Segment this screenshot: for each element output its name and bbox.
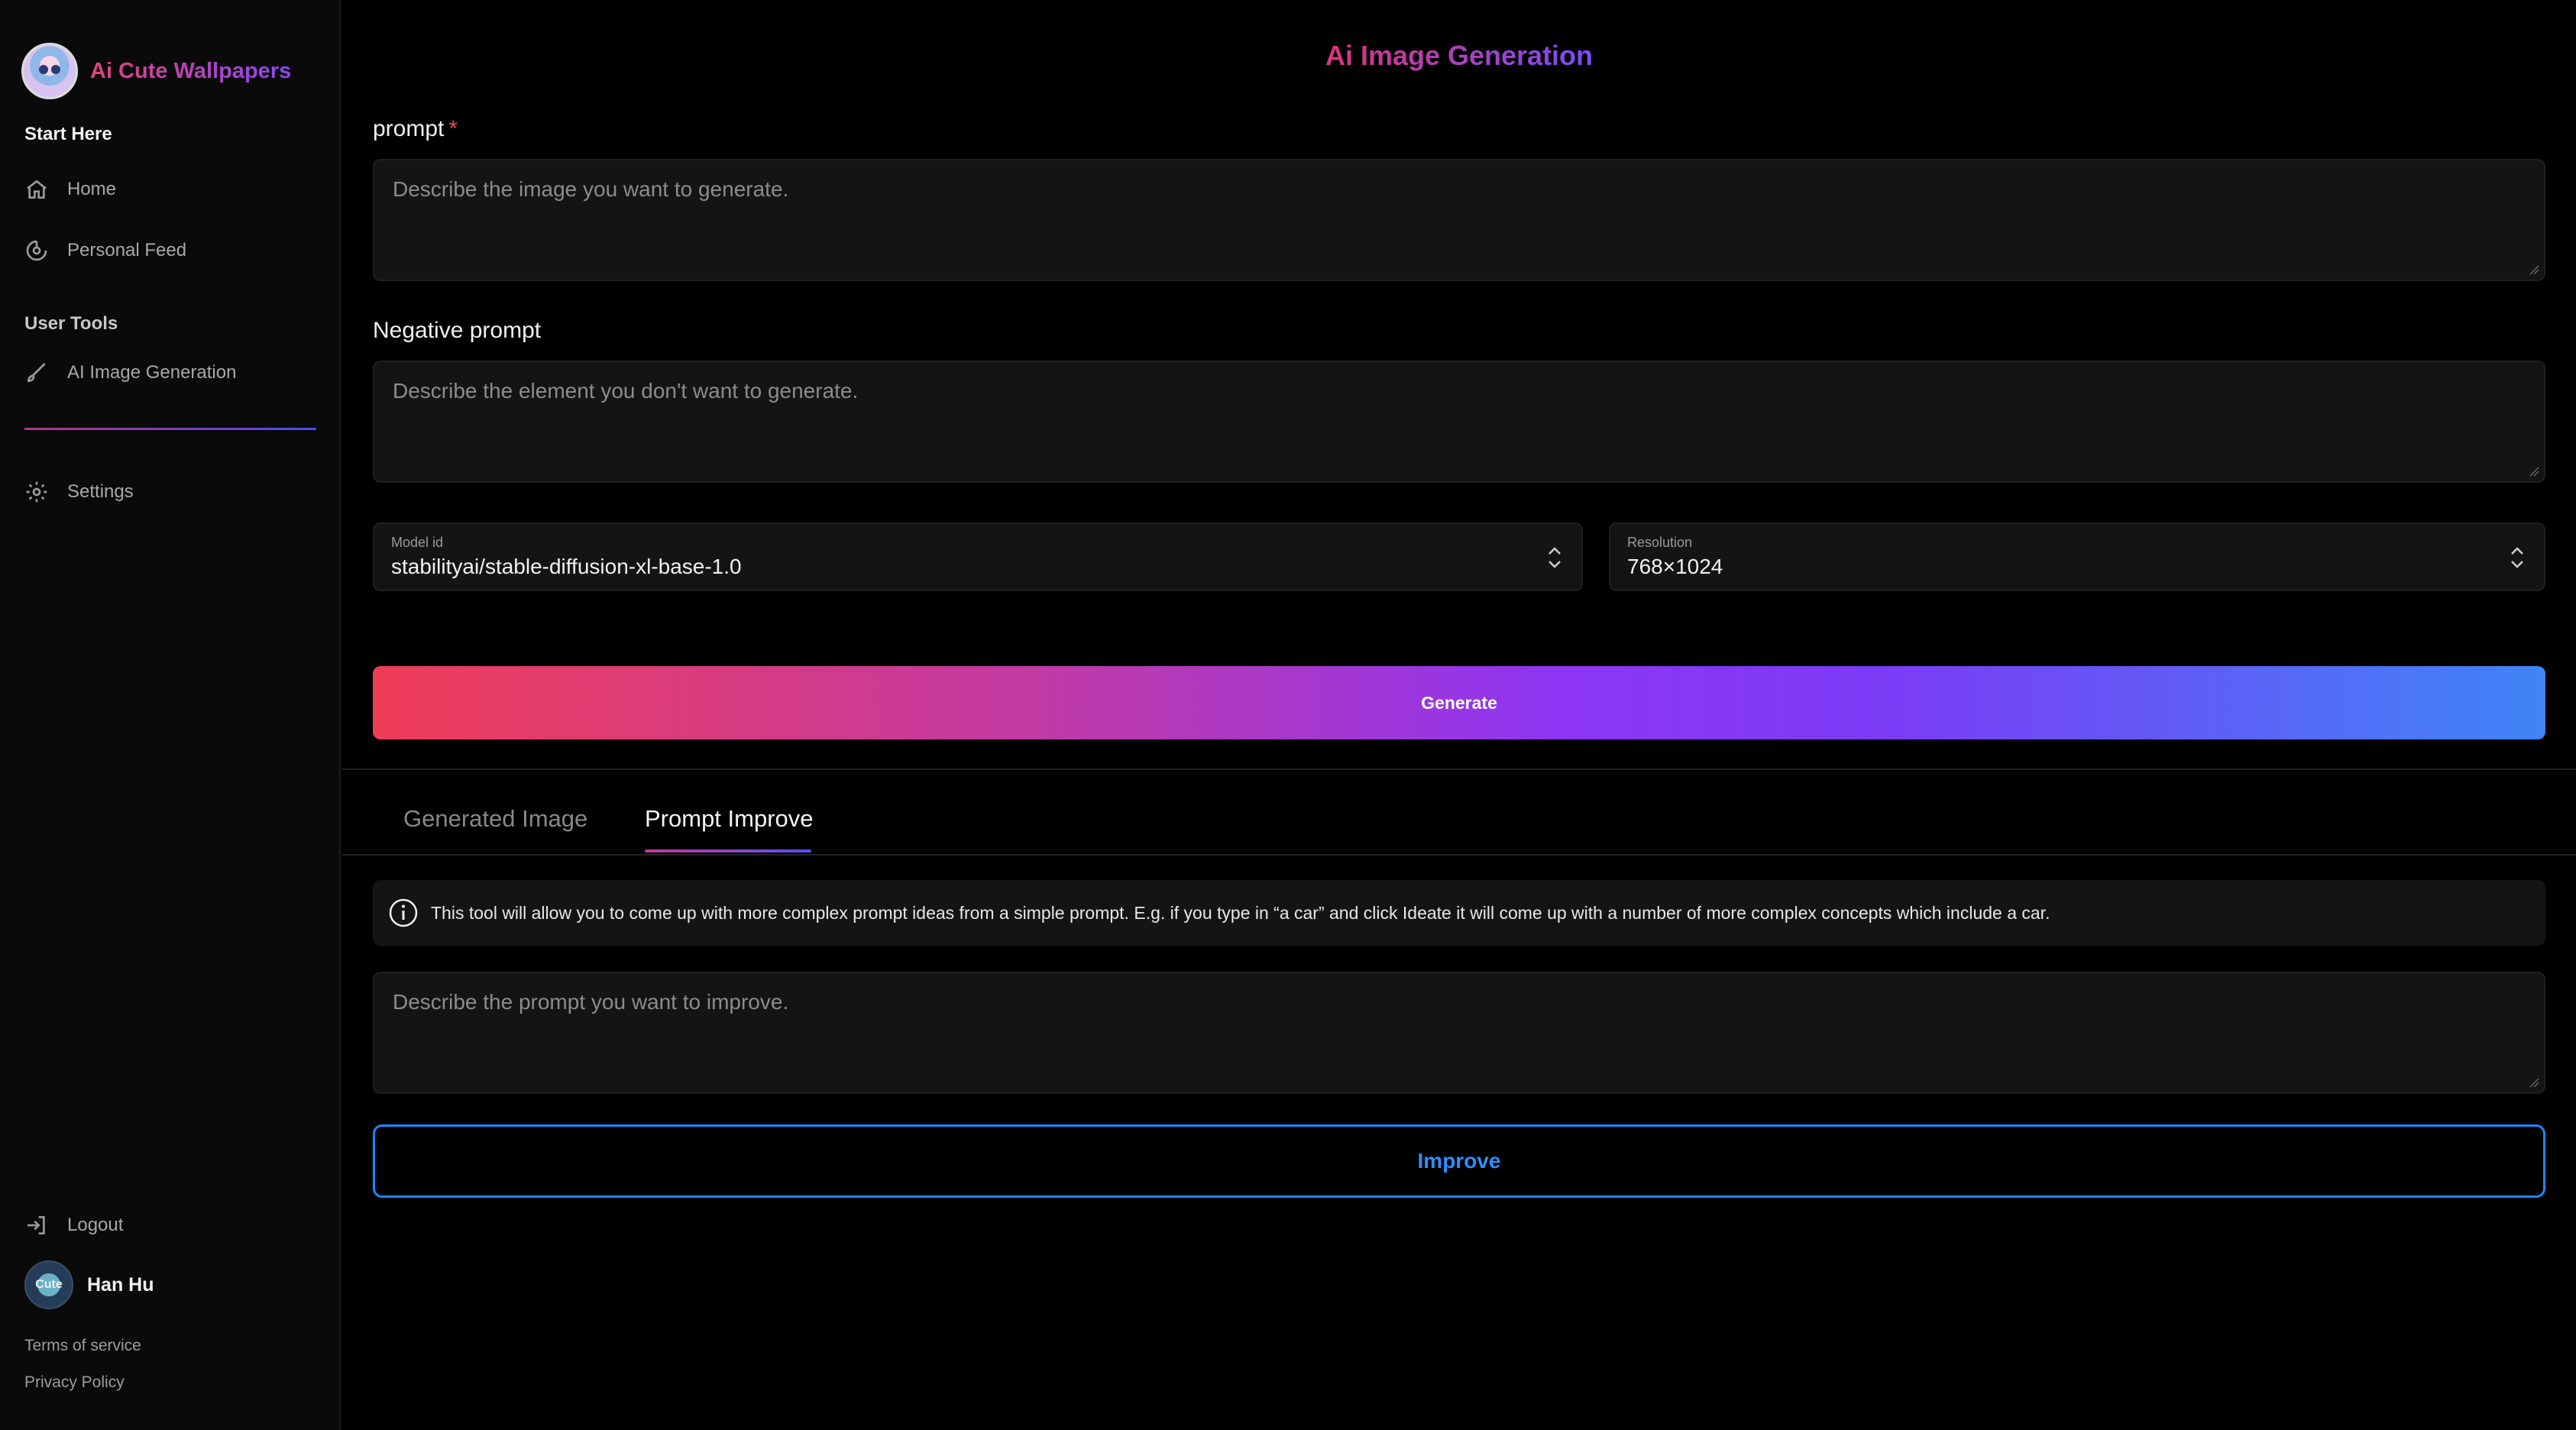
sidebar-item-label: Settings (67, 481, 134, 502)
feed-icon (26, 240, 47, 261)
tabs-divider (342, 854, 2576, 856)
app-root: Ai Cute Wallpapers Start Here Home Perso… (0, 0, 2576, 1430)
sidebar-divider (24, 428, 316, 430)
improve-prompt-input[interactable]: Describe the prompt you want to improve. (373, 972, 2545, 1094)
improve-button[interactable]: Improve (373, 1124, 2545, 1198)
info-icon (389, 898, 418, 927)
generate-button[interactable]: Generate (373, 666, 2545, 739)
sidebar-item-ai-image-generation[interactable]: AI Image Generation (24, 358, 236, 388)
user-profile[interactable]: Cute Han Hu (24, 1260, 154, 1309)
improve-prompt-placeholder: Describe the prompt you want to improve. (393, 990, 789, 1014)
sidebar-item-settings[interactable]: Settings (24, 477, 134, 507)
negative-prompt-input[interactable]: Describe the element you don't want to g… (373, 361, 2545, 483)
sidebar-item-label: Personal Feed (67, 240, 187, 260)
brand[interactable]: Ai Cute Wallpapers (21, 43, 291, 99)
chevron-up-down-icon (1549, 547, 1561, 568)
info-text: This tool will allow you to come up with… (431, 902, 2050, 923)
sidebar-item-label: Home (67, 179, 117, 199)
gear-icon (26, 481, 47, 503)
section-divider (342, 768, 2576, 770)
resolution-caption: Resolution (1627, 535, 1693, 550)
logout-icon (28, 1216, 45, 1234)
tab-prompt-improve[interactable]: Prompt Improve (645, 805, 814, 833)
resize-handle-icon[interactable] (2527, 464, 2539, 477)
model-id-caption: Model id (391, 535, 444, 550)
user-name: Han Hu (87, 1273, 154, 1296)
info-alert: This tool will allow you to come up with… (373, 880, 2545, 946)
prompt-input[interactable]: Describe the image you want to generate. (373, 159, 2545, 281)
prompt-placeholder: Describe the image you want to generate. (393, 177, 789, 201)
resolution-value: 768×1024 (1627, 555, 1723, 578)
negative-prompt-placeholder: Describe the element you don't want to g… (393, 379, 859, 403)
privacy-link[interactable]: Privacy Policy (24, 1373, 125, 1392)
required-mark: * (448, 116, 458, 141)
avatar: Cute (24, 1260, 73, 1309)
brand-name: Ai Cute Wallpapers (90, 58, 292, 83)
model-id-select[interactable]: Model id stabilityai/stable-diffusion-xl… (373, 522, 1583, 591)
tab-generated-image[interactable]: Generated Image (403, 805, 587, 833)
active-tab-indicator (645, 849, 811, 852)
sidebar: Ai Cute Wallpapers Start Here Home Perso… (0, 0, 341, 1430)
resize-handle-icon[interactable] (2527, 1076, 2539, 1088)
robot-logo-icon (21, 43, 78, 99)
prompt-label: prompt * (373, 116, 458, 141)
section-user-tools: User Tools (24, 313, 118, 334)
logout-button[interactable]: Logout (24, 1210, 123, 1241)
sidebar-item-home[interactable]: Home (24, 174, 116, 205)
brush-icon (27, 363, 46, 383)
model-id-value: stabilityai/stable-diffusion-xl-base-1.0 (391, 555, 742, 578)
terms-link[interactable]: Terms of service (24, 1337, 141, 1355)
negative-prompt-label: Negative prompt (373, 318, 542, 343)
sidebar-item-personal-feed[interactable]: Personal Feed (24, 235, 186, 266)
logout-label: Logout (67, 1215, 124, 1235)
section-start-here: Start Here (24, 124, 112, 144)
resize-handle-icon[interactable] (2527, 263, 2539, 275)
sidebar-item-label: AI Image Generation (67, 362, 237, 383)
page-title: Ai Image Generation (1325, 40, 1594, 71)
main-content: Ai Image Generation prompt * Describe the… (342, 0, 2576, 1430)
chevron-up-down-icon (2511, 547, 2523, 568)
home-icon (27, 180, 47, 199)
resolution-select[interactable]: Resolution 768×1024 (1609, 522, 2545, 591)
